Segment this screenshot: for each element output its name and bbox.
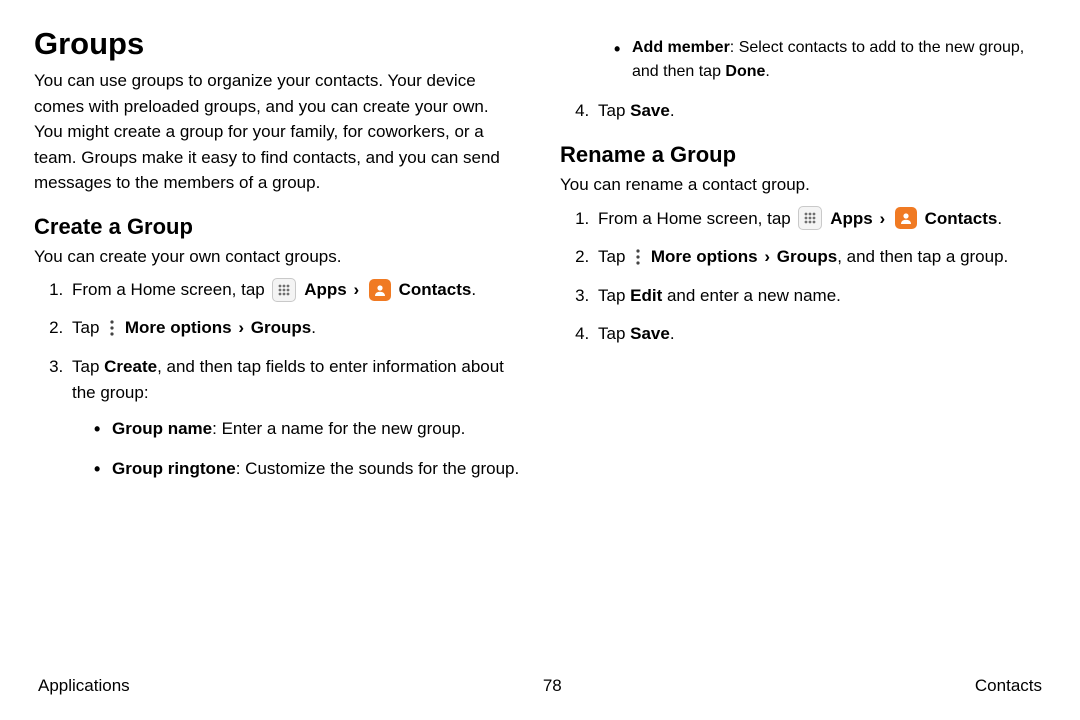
create-label: Create [104,357,157,376]
text: Tap [72,318,104,337]
manual-page: Groups You can use groups to organize yo… [0,0,1080,720]
text: Tap [598,247,630,266]
text: and enter a new name. [662,286,841,305]
text: . [670,101,675,120]
groups-label: Groups [251,318,311,337]
page-footer: Applications 78 Contacts [34,676,1046,696]
contacts-icon [895,207,917,229]
rename-step-3: Tap Edit and enter a new name. [594,283,1046,309]
chevron-right-icon: › [236,315,246,341]
rename-group-lead: You can rename a contact group. [560,172,1046,198]
footer-left: Applications [38,676,130,696]
chevron-right-icon: › [351,277,361,303]
create-step-2: Tap More options › Groups. [68,315,520,341]
contacts-icon [369,279,391,301]
text: Tap [598,324,630,343]
create-step-1: From a Home screen, tap Apps › Contacts. [68,277,520,303]
create-group-lead: You can create your own contact groups. [34,244,520,270]
apps-label: Apps [830,209,873,228]
text: Tap [598,101,630,120]
contacts-label: Contacts [925,209,998,228]
create-sub-bullets: Group name: Enter a name for the new gro… [72,416,520,481]
left-column: Groups You can use groups to organize yo… [34,26,520,495]
intro-paragraph: You can use groups to organize your cont… [34,68,520,196]
chevron-right-icon: › [877,206,887,232]
bullet-label: Group ringtone [112,459,236,478]
two-columns: Groups You can use groups to organize yo… [34,26,1046,495]
text: Tap [72,357,104,376]
bullet-add-member: Add member: Select contacts to add to th… [614,36,1046,84]
footer-page-number: 78 [543,676,562,696]
apps-icon [272,278,296,302]
text: : Customize the sounds for the group. [236,459,520,478]
apps-label: Apps [304,280,347,299]
rename-step-2: Tap More options › Groups, and then tap … [594,244,1046,270]
text: . [311,318,316,337]
create-steps-list: From a Home screen, tap Apps › Contacts.… [34,277,520,481]
create-sub-bullets-cont: Add member: Select contacts to add to th… [560,36,1046,84]
page-title: Groups [34,26,520,62]
save-label: Save [630,324,670,343]
footer-right: Contacts [975,676,1042,696]
text: Tap [598,286,630,305]
contacts-label: Contacts [399,280,472,299]
create-step-3: Tap Create, and then tap fields to enter… [68,354,520,482]
text: . [670,324,675,343]
create-group-heading: Create a Group [34,214,520,240]
more-options-label: More options [651,247,758,266]
edit-label: Edit [630,286,662,305]
text: . [997,209,1002,228]
more-options-icon [633,247,643,267]
text: , and then tap a group. [837,247,1008,266]
text: . [471,280,476,299]
text: From a Home screen, tap [598,209,795,228]
create-steps-cont: Tap Save. [560,98,1046,124]
save-label: Save [630,101,670,120]
done-label: Done [725,63,765,80]
right-column: Add member: Select contacts to add to th… [560,26,1046,495]
create-step-4: Tap Save. [594,98,1046,124]
apps-icon [798,206,822,230]
text: From a Home screen, tap [72,280,269,299]
bullet-group-name: Group name: Enter a name for the new gro… [94,416,520,442]
text: . [765,63,769,80]
rename-steps-list: From a Home screen, tap Apps › Contacts.… [560,206,1046,347]
chevron-right-icon: › [762,244,772,270]
bullet-label: Add member [632,39,730,56]
text: : Enter a name for the new group. [212,419,465,438]
more-options-icon [107,318,117,338]
rename-step-4: Tap Save. [594,321,1046,347]
rename-group-heading: Rename a Group [560,142,1046,168]
more-options-label: More options [125,318,232,337]
rename-step-1: From a Home screen, tap Apps › Contacts. [594,206,1046,232]
bullet-group-ringtone: Group ringtone: Customize the sounds for… [94,456,520,482]
groups-label: Groups [777,247,837,266]
bullet-label: Group name [112,419,212,438]
